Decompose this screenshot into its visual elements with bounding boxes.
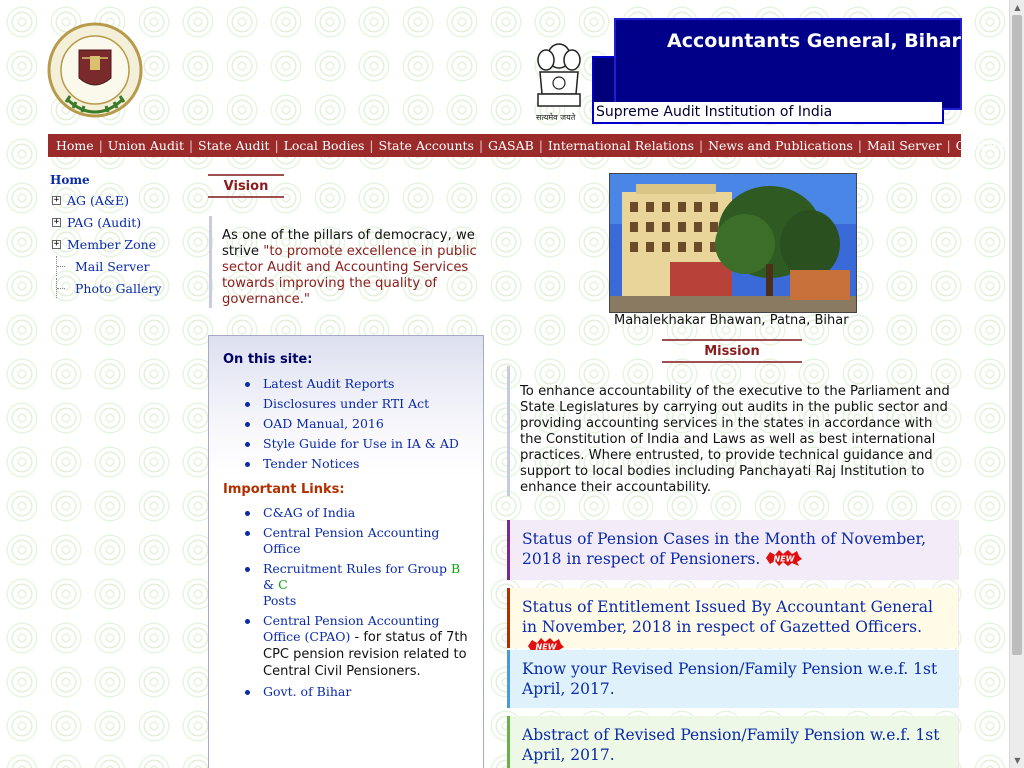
- nav-separator: |: [369, 138, 374, 153]
- list-item[interactable]: Disclosures under RTI Act: [243, 396, 473, 412]
- tree-connector: [56, 278, 65, 298]
- notice-text[interactable]: Status of Entitlement Issued By Accounta…: [522, 598, 933, 636]
- nav-item-news-and-publications[interactable]: News and Publications: [708, 138, 853, 153]
- notice-entitlement-status[interactable]: Status of Entitlement Issued By Accounta…: [507, 588, 959, 654]
- on-this-site-heading: On this site:: [223, 352, 313, 367]
- list-item[interactable]: Govt. of Bihar: [243, 684, 473, 700]
- vision-heading: Vision: [208, 174, 284, 198]
- vision-statement: As one of the pillars of democracy, we s…: [209, 216, 479, 308]
- recruitment-rules-link[interactable]: Recruitment Rules for Group B & C Posts: [263, 561, 460, 608]
- list-item[interactable]: Tender Notices: [243, 456, 473, 472]
- list-item[interactable]: Central Pension Accounting Office: [243, 525, 473, 557]
- ashoka-emblem-logo: सत्यमेव जयते: [532, 38, 586, 124]
- nav-separator: |: [478, 138, 484, 153]
- style-guide-link[interactable]: Style Guide for Use in IA & AD: [263, 436, 459, 451]
- tree-connector: [56, 256, 65, 276]
- list-item[interactable]: Style Guide for Use in IA & AD: [243, 436, 473, 452]
- new-badge-text: NEW: [774, 554, 796, 563]
- nav-separator: |: [857, 138, 862, 153]
- expand-plus-icon[interactable]: +: [52, 195, 61, 205]
- rr-suffix[interactable]: Posts: [263, 593, 296, 608]
- notice-text[interactable]: Status of Pension Cases in the Month of …: [522, 530, 926, 568]
- expand-plus-icon[interactable]: +: [52, 239, 61, 249]
- nav-separator: |: [538, 138, 543, 153]
- rr-group-b[interactable]: B: [451, 561, 460, 576]
- nav-separator: |: [98, 138, 103, 153]
- rti-disclosures-link[interactable]: Disclosures under RTI Act: [263, 396, 429, 411]
- nav-item-state-audit[interactable]: State Audit: [198, 138, 270, 153]
- nav-item-gasab[interactable]: GASAB: [488, 138, 534, 153]
- tree-home-link[interactable]: Home: [50, 173, 90, 187]
- rr-prefix[interactable]: Recruitment Rules for Group: [263, 561, 451, 576]
- main-nav-bar: Home | Union Audit | State Audit | Local Bodie…: [48, 134, 1024, 157]
- notice-text[interactable]: Know your Revised Pension/Family Pension…: [522, 660, 937, 698]
- nav-separator: |: [699, 138, 704, 153]
- rr-group-c[interactable]: C: [278, 577, 288, 592]
- nav-separator: |: [188, 138, 194, 153]
- nav-item-local-bodies[interactable]: Local Bodies: [284, 138, 365, 153]
- important-links-list: C&AG of India Central Pension Accounting…: [243, 505, 473, 700]
- list-item[interactable]: Central Pension Accounting Office (CPAO)…: [243, 613, 473, 680]
- tender-notices-link[interactable]: Tender Notices: [263, 456, 359, 471]
- nav-item-union-audit[interactable]: Union Audit: [108, 138, 184, 153]
- building-photo: [609, 173, 857, 313]
- tree-item-label[interactable]: PAG (Audit): [67, 215, 141, 230]
- nav-separator: |: [946, 138, 951, 153]
- notice-abstract-revised-pension[interactable]: Abstract of Revised Pension/Family Pensi…: [507, 716, 959, 768]
- list-item[interactable]: C&AG of India: [243, 505, 473, 521]
- notice-pension-cases[interactable]: Status of Pension Cases in the Month of …: [507, 520, 959, 580]
- mission-statement: To enhance accountability of the executi…: [507, 366, 957, 496]
- nav-item-state-accounts[interactable]: State Accounts: [378, 138, 474, 153]
- tree-item-label[interactable]: Photo Gallery: [75, 281, 161, 296]
- latest-audit-reports-link[interactable]: Latest Audit Reports: [263, 376, 394, 391]
- notice-revised-pension[interactable]: Know your Revised Pension/Family Pension…: [507, 650, 959, 708]
- tree-item-ag-ae[interactable]: + AG (A&E): [50, 190, 129, 210]
- nav-separator: |: [274, 138, 279, 153]
- emblem-motto: सत्यमेव जयते: [536, 113, 576, 122]
- scroll-thumb[interactable]: [1012, 15, 1022, 655]
- mission-heading: Mission: [662, 339, 802, 363]
- cag-india-link[interactable]: C&AG of India: [263, 505, 355, 520]
- cpao-link[interactable]: Central Pension Accounting Office: [263, 525, 439, 556]
- tree-item-photo-gallery[interactable]: Photo Gallery: [50, 278, 161, 298]
- tree-item-member-zone[interactable]: + Member Zone: [50, 234, 156, 254]
- govt-bihar-link[interactable]: Govt. of Bihar: [263, 684, 351, 699]
- list-item[interactable]: Recruitment Rules for Group B & C Posts: [243, 561, 473, 609]
- tree-item-label[interactable]: AG (A&E): [67, 193, 129, 208]
- list-item[interactable]: OAD Manual, 2016: [243, 416, 473, 432]
- scroll-down-arrow-icon[interactable]: ▼: [1010, 753, 1024, 768]
- vertical-scrollbar[interactable]: ▲ ▼: [1009, 0, 1024, 768]
- list-item[interactable]: Latest Audit Reports: [243, 376, 473, 392]
- notice-text[interactable]: Abstract of Revised Pension/Family Pensi…: [522, 726, 939, 764]
- scroll-up-arrow-icon[interactable]: ▲: [1010, 0, 1024, 15]
- nav-item-international-relations[interactable]: International Relations: [548, 138, 694, 153]
- site-links-list: Latest Audit Reports Disclosures under R…: [243, 376, 473, 472]
- tree-item-label[interactable]: Member Zone: [67, 237, 156, 252]
- site-title: Accountants General, Bihar: [667, 30, 961, 52]
- tree-item-label[interactable]: Mail Server: [75, 259, 150, 274]
- tree-item-pag-audit[interactable]: + PAG (Audit): [50, 212, 141, 232]
- nav-item-mail-server[interactable]: Mail Server: [867, 138, 942, 153]
- site-subtitle: Supreme Audit Institution of India: [596, 104, 833, 120]
- expand-plus-icon[interactable]: +: [52, 217, 61, 227]
- new-badge-icon: NEW: [766, 549, 803, 571]
- nav-item-home[interactable]: Home: [56, 138, 94, 153]
- photo-caption: Mahalekhakar Bhawan, Patna, Bihar: [614, 313, 849, 328]
- cag-emblem-logo: [46, 20, 144, 124]
- important-links-heading: Important Links:: [223, 482, 345, 497]
- rr-amp[interactable]: &: [263, 577, 278, 592]
- on-this-site-panel: On this site: Latest Audit Reports Discl…: [208, 335, 484, 768]
- oad-manual-link[interactable]: OAD Manual, 2016: [263, 416, 384, 431]
- tree-item-mail-server[interactable]: Mail Server: [50, 256, 150, 276]
